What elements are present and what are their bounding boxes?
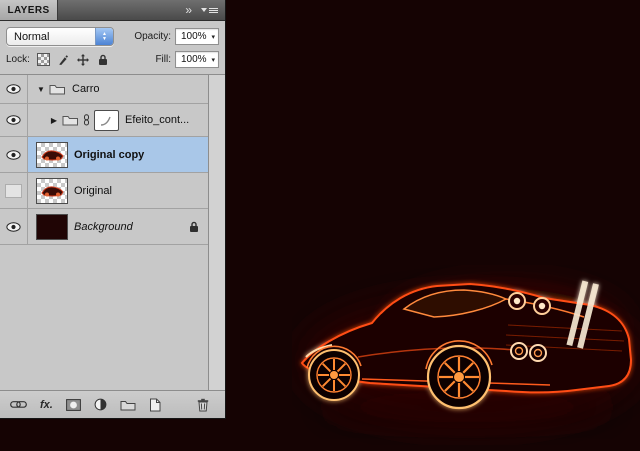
- layer-mask-thumbnail[interactable]: [94, 110, 119, 131]
- lock-pixels-icon[interactable]: [56, 53, 71, 67]
- add-layer-mask-button[interactable]: [66, 396, 81, 414]
- car-artwork: [292, 265, 640, 445]
- layer-name: Original copy: [74, 149, 144, 161]
- tab-layers[interactable]: LAYERS: [0, 0, 58, 20]
- eye-icon[interactable]: [6, 150, 21, 160]
- layer-list: ▼ Carro ▶: [0, 75, 225, 390]
- layer-name: Efeito_cont...: [125, 114, 189, 126]
- mask-link-icon: [83, 114, 90, 126]
- layer-style-button[interactable]: fx.: [40, 396, 53, 414]
- adjustment-layer-button[interactable]: [94, 396, 107, 414]
- dropdown-stepper-icon: ▲▼: [95, 28, 113, 45]
- opacity-spinner-icon[interactable]: ▾: [211, 33, 215, 41]
- lock-label: Lock:: [6, 54, 30, 65]
- disclosure-open-icon[interactable]: ▼: [35, 85, 47, 94]
- blend-mode-dropdown[interactable]: Normal ▲▼: [6, 27, 114, 46]
- group-folder-icon: [62, 114, 79, 126]
- lock-transparency-icon[interactable]: [36, 53, 51, 67]
- fill-label: Fill:: [155, 54, 171, 65]
- panel-footer: fx.: [0, 390, 225, 418]
- visibility-cell[interactable]: [0, 104, 28, 136]
- layers-panel: LAYERS » Normal ▲▼ Opacity: 100%: [0, 0, 226, 419]
- disclosure-closed-icon[interactable]: ▶: [48, 116, 60, 125]
- visibility-cell[interactable]: [0, 173, 28, 208]
- eye-icon[interactable]: [6, 84, 21, 94]
- layer-row-carro[interactable]: ▼ Carro: [0, 75, 208, 104]
- panel-controls: Normal ▲▼ Opacity: 100% ▾ Lock:: [0, 21, 225, 75]
- layer-thumbnail[interactable]: [36, 214, 68, 240]
- fill-field[interactable]: 100% ▾: [175, 51, 219, 68]
- layer-name: Carro: [72, 83, 100, 95]
- delete-layer-button[interactable]: [197, 396, 209, 414]
- layer-row-original-copy[interactable]: Original copy: [0, 137, 208, 173]
- link-layers-button[interactable]: [10, 396, 27, 414]
- layer-thumbnail[interactable]: [36, 178, 68, 204]
- panel-header: LAYERS »: [0, 0, 225, 21]
- opacity-field[interactable]: 100% ▾: [175, 28, 219, 45]
- lock-position-icon[interactable]: [76, 53, 91, 67]
- new-layer-button[interactable]: [149, 396, 161, 414]
- visibility-cell[interactable]: [0, 209, 28, 244]
- layer-name: Original: [74, 185, 112, 197]
- layer-name: Background: [74, 221, 133, 233]
- layer-row-efeito[interactable]: ▶ Efeito_cont...: [0, 104, 208, 137]
- new-group-button[interactable]: [120, 396, 136, 414]
- background-lock-icon: [189, 221, 199, 233]
- eye-empty-well[interactable]: [5, 184, 22, 198]
- eye-icon[interactable]: [6, 222, 21, 232]
- collapse-panel-icon[interactable]: »: [185, 5, 192, 15]
- group-folder-icon: [49, 83, 66, 95]
- visibility-cell[interactable]: [0, 75, 28, 103]
- lock-all-icon[interactable]: [96, 53, 111, 67]
- blend-mode-value: Normal: [7, 31, 95, 43]
- panel-title: LAYERS: [7, 5, 49, 16]
- glowing-car-image: [292, 265, 640, 445]
- eye-icon[interactable]: [6, 115, 21, 125]
- layer-list-empty-area: [0, 245, 208, 390]
- scrollbar-track[interactable]: [208, 75, 225, 390]
- layer-row-background[interactable]: Background: [0, 209, 208, 245]
- opacity-label: Opacity:: [134, 31, 171, 42]
- visibility-cell[interactable]: [0, 137, 28, 172]
- panel-menu-icon[interactable]: [201, 8, 218, 13]
- layer-row-original[interactable]: Original: [0, 173, 208, 209]
- layer-thumbnail[interactable]: [36, 142, 68, 168]
- fill-spinner-icon[interactable]: ▾: [211, 56, 215, 64]
